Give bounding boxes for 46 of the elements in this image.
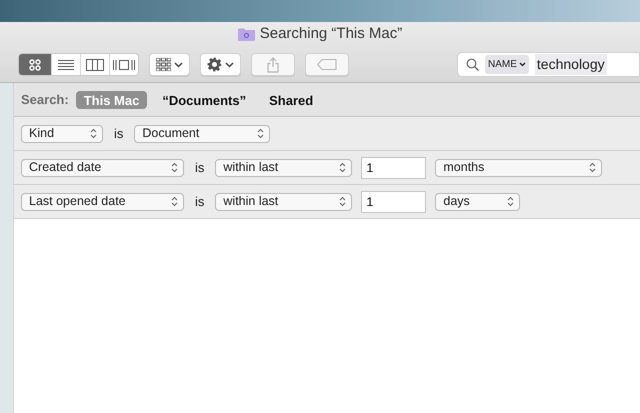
window-title: Searching “This Mac”	[260, 24, 402, 44]
updown-icon	[171, 162, 178, 173]
criteria-popup[interactable]: within last	[215, 158, 352, 176]
criteria-popup[interactable]: months	[435, 158, 602, 176]
view-mode-tab[interactable]	[109, 54, 138, 75]
updown-icon	[90, 128, 97, 139]
grid-icon	[29, 58, 41, 70]
value-field[interactable]: 1	[361, 190, 426, 212]
criteria-popup[interactable]: Kind	[21, 124, 103, 142]
updown-icon	[339, 162, 346, 173]
caret-icon	[174, 62, 183, 68]
view-mode-control[interactable]	[18, 53, 139, 76]
folder-icon	[238, 28, 255, 41]
scope-tab[interactable]: Shared	[261, 90, 322, 108]
toolbar-button[interactable]	[149, 53, 190, 76]
view-mode-tab[interactable]	[19, 54, 51, 75]
updown-icon	[339, 196, 346, 207]
updown-icon	[507, 196, 514, 207]
operator-label: is	[194, 158, 206, 177]
arrange-icon	[156, 58, 171, 71]
search-text: technology	[534, 54, 607, 75]
search-field[interactable]: NAME technology	[457, 52, 640, 77]
caret-icon	[518, 62, 526, 67]
scope-tab[interactable]: “Documents”	[154, 90, 254, 108]
criteria-popup[interactable]: days	[435, 192, 520, 210]
criteria-popup[interactable]: Document	[134, 124, 270, 142]
list-icon	[58, 58, 74, 70]
criteria-popup[interactable]: within last	[215, 192, 352, 210]
toolbar-button[interactable]	[200, 53, 241, 76]
value-field[interactable]: 1	[361, 156, 426, 178]
tag-icon	[317, 59, 337, 70]
share-icon	[267, 56, 279, 72]
updown-icon	[257, 128, 264, 139]
criteria-popup[interactable]: Created date	[21, 158, 184, 176]
columns-icon	[86, 58, 104, 70]
criteria-popup[interactable]: Last opened date	[21, 192, 184, 210]
caret-icon	[225, 62, 234, 68]
gallery-icon	[113, 58, 135, 70]
scope-label: Search:	[21, 90, 69, 109]
search-icon	[466, 58, 479, 71]
updown-icon	[589, 162, 596, 173]
operator-label: is	[194, 192, 206, 211]
gear-icon	[207, 57, 222, 72]
search-token[interactable]: NAME	[485, 55, 529, 74]
operator-label: is	[113, 124, 124, 143]
updown-icon	[171, 196, 178, 207]
